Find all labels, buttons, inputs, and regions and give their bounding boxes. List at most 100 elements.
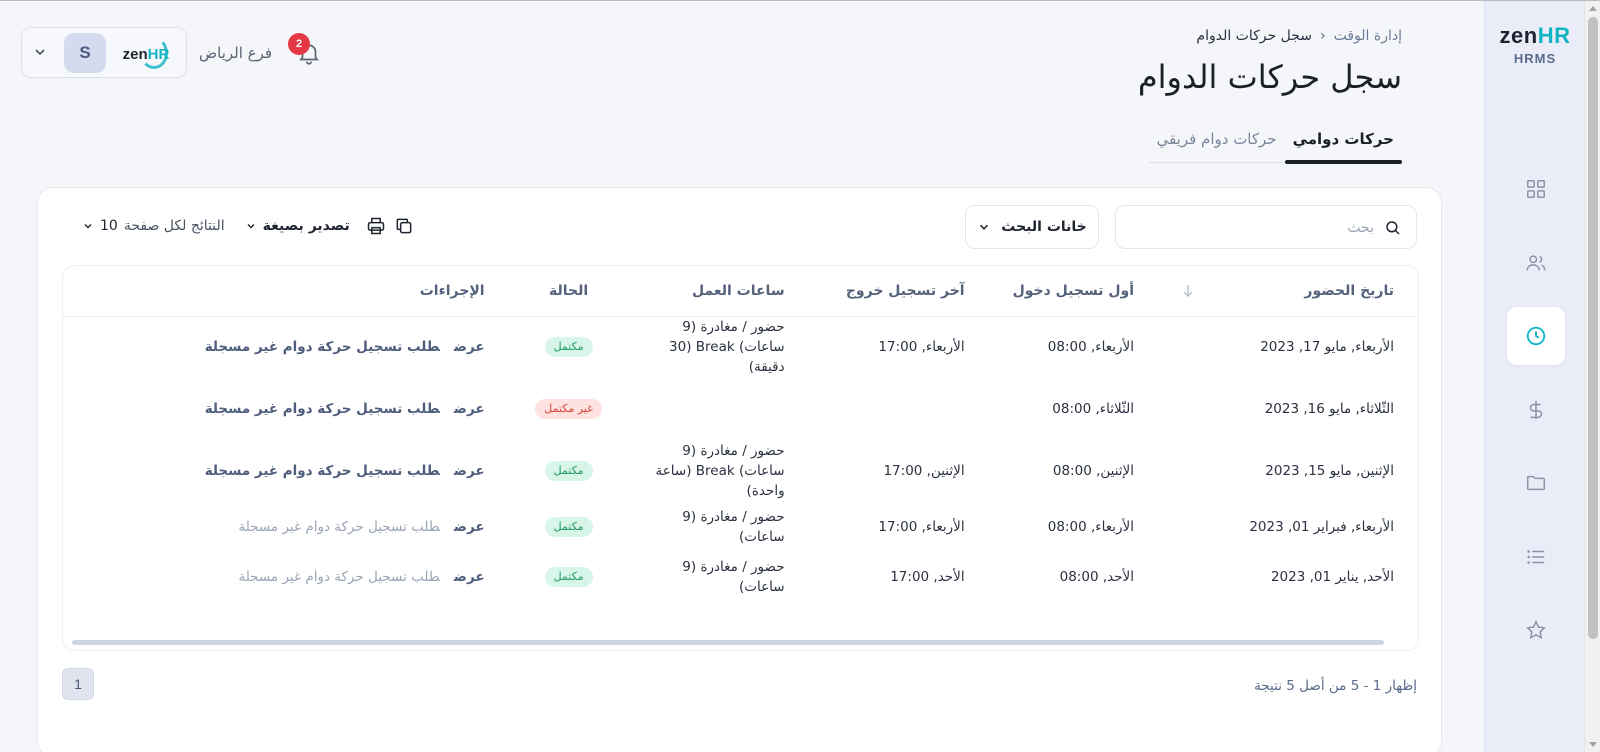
column-header-status[interactable]: الحالة xyxy=(508,266,629,317)
attendance-card: خانات البحث 10 النتائج لكل صفحة تصدير بص… xyxy=(37,187,1442,752)
brand-logo: zenHR xyxy=(1499,23,1571,48)
table-toolbar: 10 النتائج لكل صفحة تصدير بصيغة xyxy=(82,216,414,236)
cell-first-in: الأربعاء, 08:00 xyxy=(1047,519,1134,535)
column-header-last-out[interactable]: آخر تسجيل خروج xyxy=(808,266,989,317)
cell-hours: حضور / مغادرة (9 ساعات) Break (30 دقيقة) xyxy=(669,319,785,376)
request-missing-punch-link[interactable]: طلب تسجيل حركة دوام غير مسجلة xyxy=(205,339,440,355)
chevron-down-icon xyxy=(980,224,989,230)
view-link[interactable]: عرض xyxy=(454,339,485,355)
cell-hours: حضور / مغادرة (9 ساعات) Break (ساعة واحد… xyxy=(655,443,785,499)
cell-date: الأربعاء, فبراير 01, 2023 xyxy=(1249,519,1394,535)
breadcrumb-parent[interactable]: إدارة الوقت xyxy=(1334,28,1402,44)
cell-last-out: الأربعاء, 17:00 xyxy=(878,339,965,356)
cell-date: الإثنين, مايو 15, 2023 xyxy=(1265,463,1394,479)
search-box xyxy=(1115,205,1417,249)
status-badge: مكتمل xyxy=(544,517,593,537)
request-missing-punch-link[interactable]: طلب تسجيل حركة دوام غير مسجلة xyxy=(205,463,440,479)
column-header-hours[interactable]: ساعات العمل xyxy=(628,266,809,317)
dashboard-grid-icon xyxy=(1527,180,1545,198)
search-icon xyxy=(1386,221,1400,235)
table-row: الأربعاء, فبراير 01, 2023 الأربعاء, 08:0… xyxy=(63,502,1418,552)
pagination-page-1[interactable]: 1 xyxy=(62,668,94,700)
branch-name[interactable]: فرع الرياض xyxy=(199,44,272,62)
folder-icon xyxy=(1527,475,1545,491)
per-page-value: 10 xyxy=(100,218,118,234)
avatar[interactable]: S xyxy=(64,33,106,73)
copy-icon[interactable] xyxy=(394,216,414,236)
export-label: تصدير بصيغة xyxy=(262,218,350,234)
tabs: حركات دوامي حركات دوام فريقي xyxy=(1148,126,1403,164)
chevron-left-icon: ‹ xyxy=(1320,28,1326,44)
sidebar-item-employees[interactable] xyxy=(1507,234,1565,292)
dollar-icon xyxy=(1529,400,1543,420)
page-scrollbar[interactable] xyxy=(1584,1,1600,752)
sidebar-item-time[interactable] xyxy=(1507,307,1565,365)
status-badge: غير مكتمل xyxy=(535,399,602,419)
cell-first-in: الثّلاثاء, 08:00 xyxy=(1052,401,1134,417)
view-link[interactable]: عرض xyxy=(454,463,485,479)
status-badge: مكتمل xyxy=(544,461,593,481)
status-badge: مكتمل xyxy=(544,337,593,358)
export-dropdown[interactable]: تصدير بصيغة xyxy=(245,218,350,234)
tab-team-attendance[interactable]: حركات دوام فريقي xyxy=(1149,126,1285,162)
chevron-down-icon xyxy=(247,224,255,229)
table-row: الثّلاثاء, مايو 16, 2023 الثّلاثاء, 08:0… xyxy=(63,378,1418,440)
scroll-thumb[interactable] xyxy=(1588,17,1598,639)
request-missing-punch-link[interactable]: طلب تسجيل حركة دوام غير مسجلة xyxy=(238,519,439,535)
view-link[interactable]: عرض xyxy=(454,401,485,417)
view-link[interactable]: عرض xyxy=(454,519,485,535)
view-link[interactable]: عرض xyxy=(454,569,485,585)
per-page-label: النتائج لكل صفحة xyxy=(123,218,225,234)
sidebar-item-documents[interactable] xyxy=(1507,454,1565,512)
sidebar-item-lists[interactable] xyxy=(1507,528,1565,586)
brand-subtitle: HRMS xyxy=(1513,51,1557,66)
search-fields-dropdown[interactable]: خانات البحث xyxy=(965,205,1099,249)
print-icon[interactable] xyxy=(366,216,386,236)
attendance-table: تاريخ الحضور أول تسجيل دخول آخر تسجيل خر… xyxy=(62,265,1419,651)
sidebar-item-favorites[interactable] xyxy=(1507,601,1565,659)
cell-first-in: الأربعاء, 08:00 xyxy=(1047,339,1134,356)
chevron-down-icon xyxy=(84,224,92,229)
request-missing-punch-link[interactable]: طلب تسجيل حركة دوام غير مسجلة xyxy=(238,569,439,585)
search-fields-label: خانات البحث xyxy=(1001,219,1087,235)
chevron-down-icon[interactable] xyxy=(32,44,48,60)
search-input[interactable] xyxy=(1134,216,1374,240)
breadcrumb-current: سجل حركات الدوام xyxy=(1196,28,1312,44)
star-icon xyxy=(1526,620,1546,639)
brand[interactable]: zenHR HRMS xyxy=(1485,23,1585,66)
column-header-date[interactable]: تاريخ الحضور xyxy=(1218,266,1418,317)
cell-date: الأحد, يناير 01, 2023 xyxy=(1270,569,1394,585)
cell-last-out: الأربعاء, 17:00 xyxy=(878,519,965,535)
user-menu[interactable]: S zen HR xyxy=(21,27,187,78)
cell-date: الثّلاثاء, مايو 16, 2023 xyxy=(1264,401,1394,417)
request-missing-punch-link[interactable]: طلب تسجيل حركة دوام غير مسجلة xyxy=(205,401,440,417)
table-horizontal-scrollbar[interactable] xyxy=(72,640,1384,645)
table-header-row: تاريخ الحضور أول تسجيل دخول آخر تسجيل خر… xyxy=(63,266,1418,317)
scroll-up-arrow-icon[interactable] xyxy=(1589,6,1597,11)
scroll-down-arrow-icon[interactable] xyxy=(1589,742,1597,747)
status-badge: مكتمل xyxy=(544,567,593,587)
table-row: الإثنين, مايو 15, 2023 الإثنين, 08:00 ال… xyxy=(63,440,1418,502)
cell-hours: حضور / مغادرة (9 ساعات) xyxy=(682,509,785,545)
table-row: الأربعاء, مايو 17, 2023 الأربعاء, 08:00 … xyxy=(63,316,1418,378)
sidebar-item-payroll[interactable] xyxy=(1507,381,1565,439)
breadcrumb: إدارة الوقت ‹ سجل حركات الدوام xyxy=(1196,28,1402,44)
cell-last-out: الأحد, 17:00 xyxy=(890,569,965,585)
cell-first-in: الأحد, 08:00 xyxy=(1059,569,1134,585)
results-summary: إظهار 1 - 5 من أصل 5 نتيجة xyxy=(1254,678,1417,694)
clock-icon xyxy=(1526,326,1546,346)
window-top-border xyxy=(0,0,1600,1)
per-page-selector[interactable]: 10 النتائج لكل صفحة xyxy=(82,218,225,234)
tab-my-attendance[interactable]: حركات دوامي xyxy=(1284,126,1403,164)
cell-first-in: الإثنين, 08:00 xyxy=(1052,463,1134,479)
sort-arrow-down-icon[interactable] xyxy=(1182,284,1194,298)
column-header-first-in[interactable]: أول تسجيل دخول xyxy=(988,266,1158,317)
cell-hours xyxy=(629,378,809,440)
cell-hours: حضور / مغادرة (9 ساعات) xyxy=(682,559,785,595)
page-title: سجل حركات الدوام xyxy=(1137,58,1402,96)
notification-badge: 2 xyxy=(288,33,310,55)
cell-date: الأربعاء, مايو 17, 2023 xyxy=(1260,339,1394,356)
column-header-actions: الإجراءات xyxy=(63,266,509,317)
sidebar-item-dashboard[interactable] xyxy=(1507,160,1565,218)
sort-column[interactable] xyxy=(1158,266,1218,317)
